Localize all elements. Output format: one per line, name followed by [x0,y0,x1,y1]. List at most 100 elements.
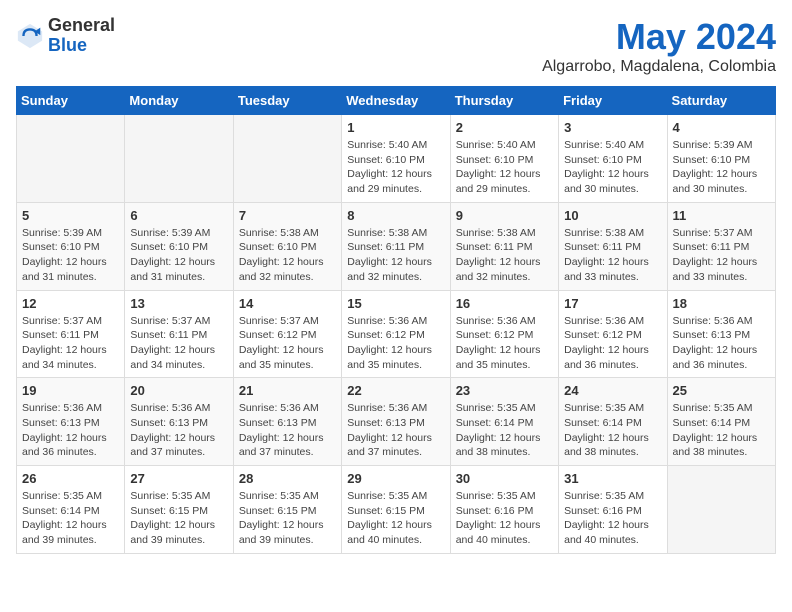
day-number: 30 [456,471,553,486]
calendar-cell: 3 Sunrise: 5:40 AMSunset: 6:10 PMDaylight… [559,115,667,203]
calendar-cell: 23 Sunrise: 5:35 AMSunset: 6:14 PMDayligh… [450,378,558,466]
day-number: 3 [564,120,661,135]
day-info: Sunrise: 5:36 AMSunset: 6:13 PMDaylight:… [239,401,336,460]
calendar-cell [667,466,775,554]
day-number: 25 [673,383,770,398]
page-header: General Blue May 2024 Algarrobo, Magdale… [16,16,776,76]
day-info: Sunrise: 5:37 AMSunset: 6:11 PMDaylight:… [130,314,227,373]
calendar-cell: 8 Sunrise: 5:38 AMSunset: 6:11 PMDaylight… [342,202,450,290]
calendar: SundayMondayTuesdayWednesdayThursdayFrid… [16,86,776,554]
day-number: 16 [456,296,553,311]
day-info: Sunrise: 5:36 AMSunset: 6:12 PMDaylight:… [456,314,553,373]
day-number: 8 [347,208,444,223]
calendar-week-row: 12 Sunrise: 5:37 AMSunset: 6:11 PMDayligh… [17,290,776,378]
day-number: 9 [456,208,553,223]
calendar-week-row: 5Sunrise: 5:39 AMSunset: 6:10 PMDaylight… [17,202,776,290]
day-info: Sunrise: 5:38 AMSunset: 6:10 PMDaylight:… [239,226,336,285]
calendar-cell: 11 Sunrise: 5:37 AMSunset: 6:11 PMDayligh… [667,202,775,290]
day-info: Sunrise: 5:40 AMSunset: 6:10 PMDaylight:… [347,138,444,197]
day-number: 12 [22,296,119,311]
calendar-cell: 5Sunrise: 5:39 AMSunset: 6:10 PMDaylight… [17,202,125,290]
day-info: Sunrise: 5:35 AMSunset: 6:16 PMDaylight:… [564,489,661,548]
title-block: May 2024 Algarrobo, Magdalena, Colombia [542,16,776,76]
day-number: 26 [22,471,119,486]
day-number: 11 [673,208,770,223]
calendar-cell: 30Sunrise: 5:35 AMSunset: 6:16 PMDayligh… [450,466,558,554]
calendar-header: SundayMondayTuesdayWednesdayThursdayFrid… [17,87,776,115]
day-number: 31 [564,471,661,486]
day-info: Sunrise: 5:38 AMSunset: 6:11 PMDaylight:… [456,226,553,285]
calendar-cell: 21 Sunrise: 5:36 AMSunset: 6:13 PMDayligh… [233,378,341,466]
calendar-week-row: 26 Sunrise: 5:35 AMSunset: 6:14 PMDayligh… [17,466,776,554]
day-info: Sunrise: 5:37 AMSunset: 6:11 PMDaylight:… [673,226,770,285]
logo: General Blue [16,16,115,56]
day-number: 20 [130,383,227,398]
calendar-cell: 9 Sunrise: 5:38 AMSunset: 6:11 PMDaylight… [450,202,558,290]
calendar-cell: 14 Sunrise: 5:37 AMSunset: 6:12 PMDayligh… [233,290,341,378]
calendar-cell: 1 Sunrise: 5:40 AMSunset: 6:10 PMDaylight… [342,115,450,203]
day-info: Sunrise: 5:36 AMSunset: 6:13 PMDaylight:… [22,401,119,460]
day-info: Sunrise: 5:35 AMSunset: 6:14 PMDaylight:… [564,401,661,460]
calendar-cell: 18Sunrise: 5:36 AMSunset: 6:13 PMDayligh… [667,290,775,378]
day-number: 14 [239,296,336,311]
day-number: 7 [239,208,336,223]
calendar-cell: 7 Sunrise: 5:38 AMSunset: 6:10 PMDaylight… [233,202,341,290]
weekday-header: Tuesday [233,87,341,115]
calendar-cell: 19 Sunrise: 5:36 AMSunset: 6:13 PMDayligh… [17,378,125,466]
day-number: 22 [347,383,444,398]
day-info: Sunrise: 5:38 AMSunset: 6:11 PMDaylight:… [347,226,444,285]
day-number: 15 [347,296,444,311]
calendar-cell: 10 Sunrise: 5:38 AMSunset: 6:11 PMDayligh… [559,202,667,290]
day-info: Sunrise: 5:35 AMSunset: 6:14 PMDaylight:… [22,489,119,548]
day-number: 5 [22,208,119,223]
calendar-cell: 12 Sunrise: 5:37 AMSunset: 6:11 PMDayligh… [17,290,125,378]
day-number: 13 [130,296,227,311]
calendar-cell: 17 Sunrise: 5:36 AMSunset: 6:12 PMDayligh… [559,290,667,378]
day-info: Sunrise: 5:36 AMSunset: 6:12 PMDaylight:… [347,314,444,373]
day-number: 2 [456,120,553,135]
calendar-cell: 25 Sunrise: 5:35 AMSunset: 6:14 PMDayligh… [667,378,775,466]
day-info: Sunrise: 5:37 AMSunset: 6:11 PMDaylight:… [22,314,119,373]
calendar-cell: 31 Sunrise: 5:35 AMSunset: 6:16 PMDayligh… [559,466,667,554]
calendar-cell: 4Sunrise: 5:39 AMSunset: 6:10 PMDaylight… [667,115,775,203]
day-info: Sunrise: 5:36 AMSunset: 6:13 PMDaylight:… [130,401,227,460]
calendar-cell: 28Sunrise: 5:35 AMSunset: 6:15 PMDayligh… [233,466,341,554]
day-number: 17 [564,296,661,311]
day-number: 10 [564,208,661,223]
calendar-cell: 16 Sunrise: 5:36 AMSunset: 6:12 PMDayligh… [450,290,558,378]
day-info: Sunrise: 5:35 AMSunset: 6:15 PMDaylight:… [130,489,227,548]
day-info: Sunrise: 5:36 AMSunset: 6:13 PMDaylight:… [347,401,444,460]
calendar-cell [233,115,341,203]
calendar-body: 1 Sunrise: 5:40 AMSunset: 6:10 PMDaylight… [17,115,776,554]
day-number: 19 [22,383,119,398]
calendar-cell: 20 Sunrise: 5:36 AMSunset: 6:13 PMDayligh… [125,378,233,466]
day-number: 23 [456,383,553,398]
day-info: Sunrise: 5:35 AMSunset: 6:14 PMDaylight:… [673,401,770,460]
calendar-week-row: 19 Sunrise: 5:36 AMSunset: 6:13 PMDayligh… [17,378,776,466]
day-number: 29 [347,471,444,486]
calendar-cell: 27Sunrise: 5:35 AMSunset: 6:15 PMDayligh… [125,466,233,554]
day-info: Sunrise: 5:38 AMSunset: 6:11 PMDaylight:… [564,226,661,285]
day-info: Sunrise: 5:36 AMSunset: 6:12 PMDaylight:… [564,314,661,373]
day-info: Sunrise: 5:35 AMSunset: 6:15 PMDaylight:… [347,489,444,548]
day-info: Sunrise: 5:40 AMSunset: 6:10 PMDaylight:… [564,138,661,197]
logo-text: General Blue [48,16,115,56]
weekday-header: Monday [125,87,233,115]
day-number: 24 [564,383,661,398]
weekday-header: Wednesday [342,87,450,115]
day-info: Sunrise: 5:35 AMSunset: 6:14 PMDaylight:… [456,401,553,460]
calendar-cell: 29 Sunrise: 5:35 AMSunset: 6:15 PMDayligh… [342,466,450,554]
calendar-cell: 22 Sunrise: 5:36 AMSunset: 6:13 PMDayligh… [342,378,450,466]
calendar-cell: 13 Sunrise: 5:37 AMSunset: 6:11 PMDayligh… [125,290,233,378]
day-info: Sunrise: 5:37 AMSunset: 6:12 PMDaylight:… [239,314,336,373]
location: Algarrobo, Magdalena, Colombia [542,58,776,76]
weekday-header: Sunday [17,87,125,115]
weekday-header: Saturday [667,87,775,115]
day-number: 21 [239,383,336,398]
calendar-cell [125,115,233,203]
calendar-cell: 26 Sunrise: 5:35 AMSunset: 6:14 PMDayligh… [17,466,125,554]
day-info: Sunrise: 5:35 AMSunset: 6:15 PMDaylight:… [239,489,336,548]
day-info: Sunrise: 5:39 AMSunset: 6:10 PMDaylight:… [673,138,770,197]
calendar-cell: 6Sunrise: 5:39 AMSunset: 6:10 PMDaylight… [125,202,233,290]
day-number: 1 [347,120,444,135]
